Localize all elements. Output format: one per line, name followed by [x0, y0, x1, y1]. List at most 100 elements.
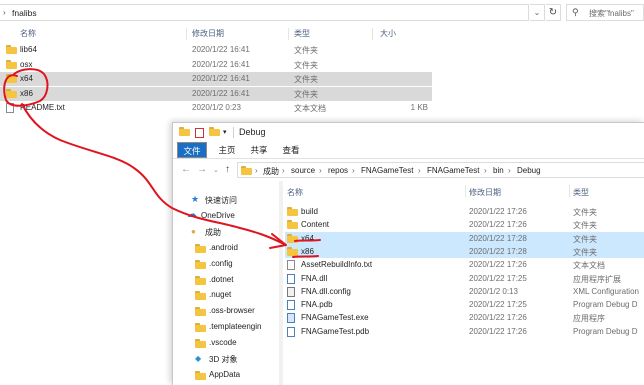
file-type: 文件夹: [573, 247, 597, 257]
nav-item[interactable]: AppData: [173, 368, 281, 383]
breadcrumb-fnagametest-project[interactable]: FNAGameTest: [427, 166, 479, 175]
folder-icon: [287, 220, 298, 231]
tab-file[interactable]: 文件: [177, 142, 207, 158]
breadcrumb-separator-icon[interactable]: ›: [352, 166, 355, 175]
new-folder-icon[interactable]: [209, 127, 220, 138]
tab-share[interactable]: 共享: [245, 142, 273, 158]
breadcrumb-debug[interactable]: Debug: [517, 166, 541, 175]
breadcrumb-separator-icon[interactable]: ›: [319, 166, 322, 175]
nav-item[interactable]: ★ 快速访问: [173, 193, 281, 208]
breadcrumb-fnalibs[interactable]: fnalibs: [12, 8, 37, 18]
breadcrumb-user[interactable]: 成助: [263, 166, 279, 177]
file-row[interactable]: build 2020/1/22 17:26 文件夹: [285, 205, 644, 218]
column-header-date[interactable]: 修改日期: [192, 28, 224, 39]
column-header-type[interactable]: 类型: [294, 28, 310, 39]
file-type: 文件夹: [294, 46, 318, 55]
ribbon-tabs: 文件 主页 共享 查看: [173, 142, 644, 159]
nav-item[interactable]: .nuget: [173, 288, 281, 303]
file-name: lib64: [20, 45, 37, 54]
tab-home[interactable]: 主页: [213, 142, 241, 158]
folder-icon: [6, 74, 17, 83]
title-bar[interactable]: ▾ Debug: [173, 123, 644, 142]
nav-item[interactable]: .config: [173, 257, 281, 272]
file-name: README.txt: [20, 103, 65, 112]
column-header-size[interactable]: 大小: [380, 28, 396, 39]
file-row[interactable]: FNAGameTest.pdb 2020/1/22 17:26 Program De…: [285, 325, 644, 338]
nav-item[interactable]: ☁ OneDrive: [173, 209, 281, 224]
nav-item[interactable]: .vscode: [173, 336, 281, 351]
file-row[interactable]: FNA.pdb 2020/1/22 17:25 Program Debug D: [285, 298, 644, 311]
column-divider[interactable]: [186, 28, 187, 40]
nav-item-label: 3D 对象: [209, 355, 238, 364]
file-row[interactable]: x64 2020/1/22 16:41 文件夹: [0, 72, 432, 86]
nav-item-label: .dotnet: [209, 274, 234, 284]
file-name: Content: [301, 220, 330, 230]
file-row[interactable]: x86 2020/1/22 17:28 文件夹: [285, 244, 644, 258]
file-type: 文件夹: [573, 208, 597, 217]
search-placeholder: 搜索"fnalibs": [589, 9, 634, 18]
folder-icon: [6, 45, 17, 54]
file-row[interactable]: FNA.dll 2020/1/22 17:25 应用程序扩展: [285, 272, 644, 285]
nav-item[interactable]: .android: [173, 241, 281, 256]
recent-locations-chevron-icon[interactable]: ⌄: [213, 166, 219, 174]
modified-date: 2020/1/22 17:26: [469, 220, 527, 230]
properties-icon[interactable]: [195, 128, 204, 138]
breadcrumb-bin[interactable]: bin: [493, 166, 504, 175]
tab-view[interactable]: 查看: [277, 142, 305, 158]
column-divider[interactable]: [465, 185, 466, 197]
forward-arrow-icon[interactable]: →: [197, 164, 207, 175]
nav-item[interactable]: ● 成助: [173, 225, 281, 240]
breadcrumb-separator-icon[interactable]: ›: [418, 166, 421, 175]
folder-icon: [195, 243, 206, 255]
breadcrumb-fnagametest-solution[interactable]: FNAGameTest: [361, 166, 413, 175]
back-arrow-icon[interactable]: ←: [181, 164, 191, 175]
file-name: build: [301, 207, 318, 216]
column-divider[interactable]: [288, 28, 289, 40]
file-type: Program Debug D: [573, 300, 638, 310]
file-row[interactable]: Content 2020/1/22 17:26 文件夹: [285, 218, 644, 231]
breadcrumb-chevron-icon[interactable]: ›: [3, 8, 6, 17]
file-row[interactable]: FNA.dll.config 2020/1/2 0:13 XML Configura…: [285, 285, 644, 298]
navigation-pane-scrollbar[interactable]: [279, 181, 283, 385]
address-bar[interactable]: › fnalibs: [0, 4, 529, 21]
nav-item[interactable]: .dotnet: [173, 273, 281, 288]
file-row[interactable]: README.txt 2020/1/2 0:23 文本文档 1 KB: [0, 101, 432, 115]
file-row[interactable]: AssetRebuildInfo.txt 2020/1/22 17:26 文本文档: [285, 258, 644, 271]
modified-date: 2020/1/22 16:41: [192, 74, 250, 83]
quick-access-toolbar-chevron-icon[interactable]: ▾: [223, 128, 227, 136]
file-row[interactable]: osx 2020/1/22 16:41 文件夹: [0, 58, 432, 72]
pdb-file-icon: [287, 326, 295, 339]
column-header-date[interactable]: 修改日期: [469, 187, 501, 198]
file-row[interactable]: lib64 2020/1/22 16:41 文件夹: [0, 43, 432, 57]
nav-item-label: .oss-browser: [209, 306, 255, 316]
file-type: 文本文档: [294, 104, 326, 113]
file-row[interactable]: FNAGameTest.exe 2020/1/22 17:26 应用程序: [285, 311, 644, 324]
search-icon: ⚲: [572, 7, 579, 17]
nav-item[interactable]: .templateengin: [173, 320, 281, 335]
column-header-name[interactable]: 名称: [287, 187, 303, 198]
column-divider[interactable]: [569, 185, 570, 197]
file-row[interactable]: x64 2020/1/22 17:28 文件夹: [285, 231, 644, 245]
file-type: 文件夹: [294, 89, 318, 99]
breadcrumb-separator-icon[interactable]: ›: [508, 166, 511, 175]
address-bar[interactable]: › 成助 › source › repos › FNAGameTest › FN…: [237, 162, 644, 178]
refresh-icon[interactable]: ↻: [546, 4, 561, 21]
file-row[interactable]: x86 2020/1/22 16:41 文件夹: [0, 86, 432, 101]
up-arrow-icon[interactable]: ↑: [225, 164, 230, 175]
breadcrumb-source[interactable]: source: [291, 166, 315, 175]
column-header-type[interactable]: 类型: [573, 187, 589, 198]
breadcrumb-repos[interactable]: repos: [328, 166, 348, 175]
folder-icon: [6, 59, 17, 69]
nav-item[interactable]: ◆ 3D 对象: [173, 352, 281, 367]
breadcrumb-separator-icon[interactable]: ›: [282, 166, 285, 175]
address-history-chevron-icon[interactable]: ⌄: [530, 4, 545, 21]
search-box[interactable]: ⚲ 搜索"fnalibs": [566, 4, 644, 21]
breadcrumb-separator-icon[interactable]: ›: [484, 166, 487, 175]
column-divider[interactable]: [372, 28, 373, 40]
file-name: AssetRebuildInfo.txt: [301, 260, 373, 270]
column-header-name[interactable]: 名称: [20, 28, 36, 39]
exe-file-icon: [287, 313, 295, 325]
folder-icon: [195, 291, 206, 302]
breadcrumb-separator-icon[interactable]: ›: [255, 166, 258, 175]
nav-item[interactable]: .oss-browser: [173, 304, 281, 319]
